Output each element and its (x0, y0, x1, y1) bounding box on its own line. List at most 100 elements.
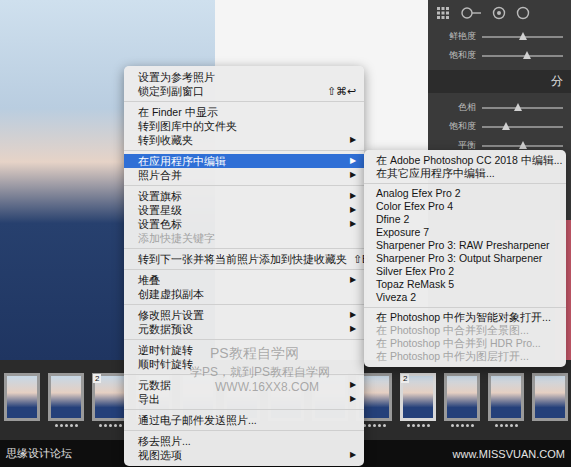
star-dot (65, 424, 68, 427)
star-dot (373, 424, 376, 427)
filmstrip-thumb[interactable] (4, 373, 40, 427)
slider-thumb[interactable] (514, 103, 522, 111)
footer-left: 思缘设计论坛 (6, 446, 72, 461)
submenu-item[interactable]: 在其它应用程序中编辑... (364, 167, 566, 180)
menu-item[interactable]: 元数据预设▶ (124, 322, 364, 336)
menu-item[interactable]: 顺时针旋转 (124, 357, 364, 371)
grid-icon[interactable] (436, 6, 450, 20)
menu-item[interactable]: 转到下一张并将当前照片添加到快捷收藏夹⇧B (124, 252, 364, 266)
filmstrip-thumb[interactable] (444, 373, 480, 427)
menu-item[interactable]: 在应用程序中编辑▶ (124, 154, 364, 168)
star-rating (363, 424, 386, 427)
star-dot (451, 424, 454, 427)
filmstrip-thumb[interactable]: 2 (92, 373, 128, 427)
thumb-image (7, 376, 37, 418)
submenu-item[interactable]: Silver Efex Pro 2 (364, 265, 566, 278)
menu-item[interactable]: 创建虚拟副本 (124, 287, 364, 301)
tool-strip (436, 6, 563, 24)
star-rating (99, 424, 122, 427)
slider-track[interactable] (482, 145, 563, 147)
thumb-frame (532, 373, 568, 421)
submenu-arrow-icon: ▶ (344, 189, 356, 203)
menu-item[interactable]: 修改照片设置▶ (124, 308, 364, 322)
red-eye-icon[interactable] (492, 6, 506, 20)
submenu-item[interactable]: 在 Photoshop 中合并到 HDR Pro... (364, 337, 566, 350)
submenu-item[interactable]: 在 Photoshop 中作为图层打开... (364, 350, 566, 363)
menu-item[interactable]: 设置星级▶ (124, 203, 364, 217)
star-dot (378, 424, 381, 427)
menu-item[interactable]: 转到图库中的文件夹 (124, 119, 364, 133)
filmstrip-thumb[interactable] (48, 373, 84, 427)
slider-track[interactable] (482, 107, 563, 109)
menu-item[interactable]: 移去照片... (124, 434, 364, 448)
star-dot (55, 424, 58, 427)
slider-track[interactable] (482, 55, 563, 57)
menu-item[interactable]: 元数据▶ (124, 378, 364, 392)
submenu-arrow-icon: ▶ (344, 322, 356, 336)
submenu-item[interactable]: 在 Photoshop 中合并到全景图... (364, 324, 566, 337)
slider-track[interactable] (482, 126, 563, 128)
menu-item[interactable]: 导出▶ (124, 392, 364, 406)
watermark: WWW.16XX8.COM (215, 380, 319, 394)
menu-separator (124, 150, 364, 151)
radial-filter-icon[interactable] (516, 6, 530, 20)
submenu-item[interactable]: Color Efex Pro 4 (364, 200, 566, 213)
menu-shortcut: ⇧⌘↩ (321, 84, 356, 98)
slider-thumb[interactable] (502, 122, 510, 130)
submenu-item[interactable]: Exposure 7 (364, 226, 566, 239)
thumb-frame (444, 373, 480, 421)
submenu-arrow-icon: ▶ (344, 203, 356, 217)
star-dot (75, 424, 78, 427)
slider-thumb[interactable] (519, 32, 527, 40)
menu-item[interactable]: 逆时针旋转 (124, 343, 364, 357)
star-rating (495, 424, 518, 427)
menu-item[interactable]: 在 Finder 中显示 (124, 105, 364, 119)
thumb-image (51, 376, 81, 418)
slider-track[interactable] (482, 36, 563, 38)
panel-heading[interactable]: 分 (428, 70, 571, 93)
filmstrip-thumb[interactable]: 2 (400, 373, 436, 427)
star-dot (427, 424, 430, 427)
star-dot (505, 424, 508, 427)
submenu-arrow-icon: ▶ (344, 133, 356, 147)
star-dot (99, 424, 102, 427)
submenu-item[interactable]: Dfine 2 (364, 213, 566, 226)
submenu-item[interactable]: Sharpener Pro 3: RAW Presharpener (364, 239, 566, 252)
submenu-item[interactable]: Sharpener Pro 3: Output Sharpener (364, 252, 566, 265)
menu-item[interactable]: 堆叠▶ (124, 273, 364, 287)
spot-removal-icon[interactable] (460, 6, 482, 20)
menu-item[interactable]: 转到收藏夹▶ (124, 133, 364, 147)
slider-thumb[interactable] (523, 51, 531, 59)
watermark: PS教程自学网 (210, 345, 299, 363)
menu-item[interactable]: 锁定到副窗口⇧⌘↩ (124, 84, 364, 98)
menu-item[interactable]: 添加快捷关键字 (124, 231, 364, 245)
star-dot (407, 424, 410, 427)
star-dot (104, 424, 107, 427)
submenu-arrow-icon: ▶ (344, 168, 356, 182)
submenu: 在 Adobe Photoshop CC 2018 中编辑...在其它应用程序中… (364, 150, 566, 367)
menu-item[interactable]: 设置为参考照片 (124, 70, 364, 84)
star-dot (422, 424, 425, 427)
menu-item[interactable]: 通过电子邮件发送照片... (124, 413, 364, 427)
star-dot (500, 424, 503, 427)
slider-row: 色相 (436, 101, 563, 114)
submenu-arrow-icon: ▶ (344, 378, 356, 392)
filmstrip-thumb[interactable] (532, 373, 568, 427)
star-dot (368, 424, 371, 427)
menu-separator (364, 183, 566, 184)
menu-item[interactable]: 视图选项▶ (124, 448, 364, 462)
submenu-item[interactable]: Topaz ReMask 5 (364, 278, 566, 291)
submenu-item[interactable]: Analog Efex Pro 2 (364, 187, 566, 200)
menu-separator (124, 269, 364, 270)
context-menu: 设置为参考照片锁定到副窗口⇧⌘↩ 在 Finder 中显示转到图库中的文件夹转到收… (124, 66, 364, 466)
submenu-item[interactable]: Viveza 2 (364, 291, 566, 304)
submenu-item[interactable]: 在 Photoshop 中作为智能对象打开... (364, 311, 566, 324)
star-dot (119, 424, 122, 427)
slider-thumb[interactable] (519, 141, 527, 149)
menu-item[interactable]: 设置色标▶ (124, 217, 364, 231)
filmstrip-thumb[interactable] (488, 373, 524, 427)
star-dot (417, 424, 420, 427)
menu-item[interactable]: 照片合并▶ (124, 168, 364, 182)
submenu-item[interactable]: 在 Adobe Photoshop CC 2018 中编辑... (364, 154, 566, 167)
menu-item[interactable]: 设置旗标▶ (124, 189, 364, 203)
